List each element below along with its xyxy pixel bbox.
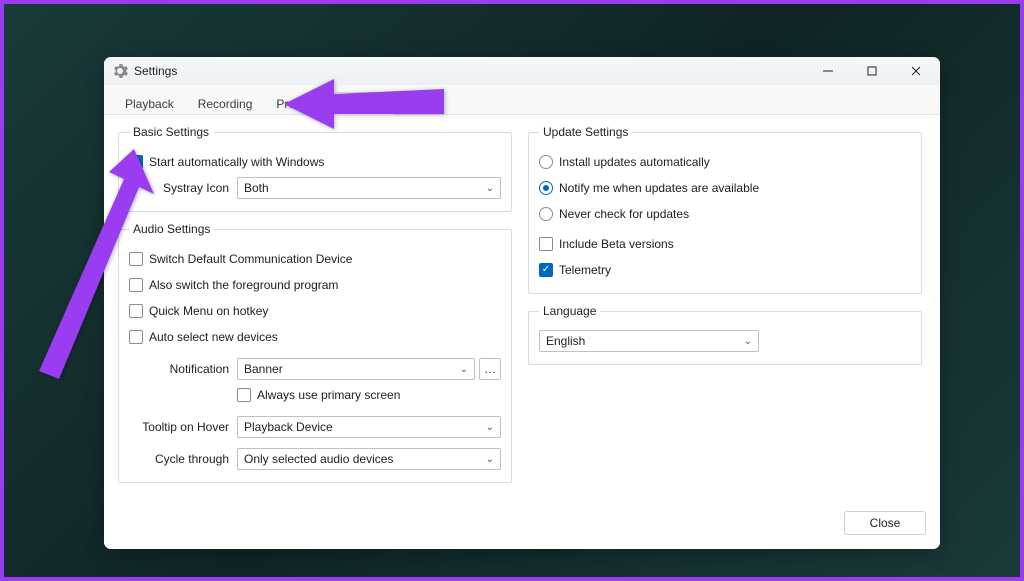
close-button-label: Close bbox=[870, 516, 901, 530]
tooltip-hover-select[interactable]: Playback Device ⌄ bbox=[237, 416, 501, 438]
include-beta-label: Include Beta versions bbox=[559, 237, 674, 251]
telemetry-checkbox[interactable] bbox=[539, 263, 553, 277]
start-automatically-label: Start automatically with Windows bbox=[149, 155, 324, 169]
right-column: Update Settings Install updates automati… bbox=[528, 125, 922, 491]
include-beta-checkbox[interactable] bbox=[539, 237, 553, 251]
footer: Close bbox=[104, 501, 940, 549]
chevron-down-icon: ⌄ bbox=[744, 336, 752, 347]
update-settings-group: Update Settings Install updates automati… bbox=[528, 125, 922, 294]
tab-recording[interactable]: Recording bbox=[187, 92, 264, 115]
notification-more-button[interactable]: … bbox=[479, 358, 501, 380]
titlebar[interactable]: Settings bbox=[104, 57, 940, 85]
always-primary-screen-label: Always use primary screen bbox=[257, 388, 400, 402]
window-controls bbox=[806, 57, 938, 85]
language-legend: Language bbox=[539, 304, 600, 318]
language-value: English bbox=[546, 334, 585, 348]
language-group: Language English ⌄ bbox=[528, 304, 922, 365]
systray-icon-select[interactable]: Both ⌄ bbox=[237, 177, 501, 199]
cycle-through-label: Cycle through bbox=[129, 452, 229, 466]
annotation-arrow-top bbox=[284, 54, 444, 144]
update-never-label: Never check for updates bbox=[559, 207, 689, 221]
language-select[interactable]: English ⌄ bbox=[539, 330, 759, 352]
cycle-through-select[interactable]: Only selected audio devices ⌄ bbox=[237, 448, 501, 470]
update-settings-legend: Update Settings bbox=[539, 125, 632, 139]
close-button[interactable]: Close bbox=[844, 511, 926, 535]
tab-playback[interactable]: Playback bbox=[114, 92, 185, 115]
settings-window: Settings Playback Recording Profiles Set… bbox=[104, 57, 940, 549]
window-title: Settings bbox=[134, 64, 806, 78]
auto-select-devices-label: Auto select new devices bbox=[149, 330, 278, 344]
switch-default-comm-label: Switch Default Communication Device bbox=[149, 252, 352, 266]
chevron-down-icon: ⌄ bbox=[486, 183, 494, 194]
basic-settings-legend: Basic Settings bbox=[129, 125, 213, 139]
update-auto-radio[interactable] bbox=[539, 155, 553, 169]
also-switch-foreground-label: Also switch the foreground program bbox=[149, 278, 338, 292]
update-notify-radio[interactable] bbox=[539, 181, 553, 195]
update-notify-label: Notify me when updates are available bbox=[559, 181, 759, 195]
quick-menu-hotkey-label: Quick Menu on hotkey bbox=[149, 304, 268, 318]
content-area: Basic Settings Start automatically with … bbox=[104, 115, 940, 501]
chevron-down-icon: ⌄ bbox=[460, 364, 468, 375]
cycle-through-value: Only selected audio devices bbox=[244, 452, 393, 466]
minimize-button[interactable] bbox=[806, 57, 850, 85]
tooltip-hover-value: Playback Device bbox=[244, 420, 333, 434]
chevron-down-icon: ⌄ bbox=[486, 454, 494, 465]
maximize-button[interactable] bbox=[850, 57, 894, 85]
gear-icon bbox=[112, 63, 128, 79]
annotation-arrow-left bbox=[24, 149, 154, 389]
notification-value: Banner bbox=[244, 362, 283, 376]
left-column: Basic Settings Start automatically with … bbox=[118, 125, 512, 491]
notification-select[interactable]: Banner ⌄ bbox=[237, 358, 475, 380]
systray-icon-value: Both bbox=[244, 181, 269, 195]
always-primary-screen-checkbox[interactable] bbox=[237, 388, 251, 402]
ellipsis-icon: … bbox=[484, 362, 496, 376]
update-auto-label: Install updates automatically bbox=[559, 155, 710, 169]
update-never-radio[interactable] bbox=[539, 207, 553, 221]
tooltip-hover-label: Tooltip on Hover bbox=[129, 420, 229, 434]
chevron-down-icon: ⌄ bbox=[486, 422, 494, 433]
telemetry-label: Telemetry bbox=[559, 263, 611, 277]
audio-settings-group: Audio Settings Switch Default Communicat… bbox=[118, 222, 512, 483]
close-window-button[interactable] bbox=[894, 57, 938, 85]
tab-bar: Playback Recording Profiles Settings bbox=[104, 85, 940, 115]
